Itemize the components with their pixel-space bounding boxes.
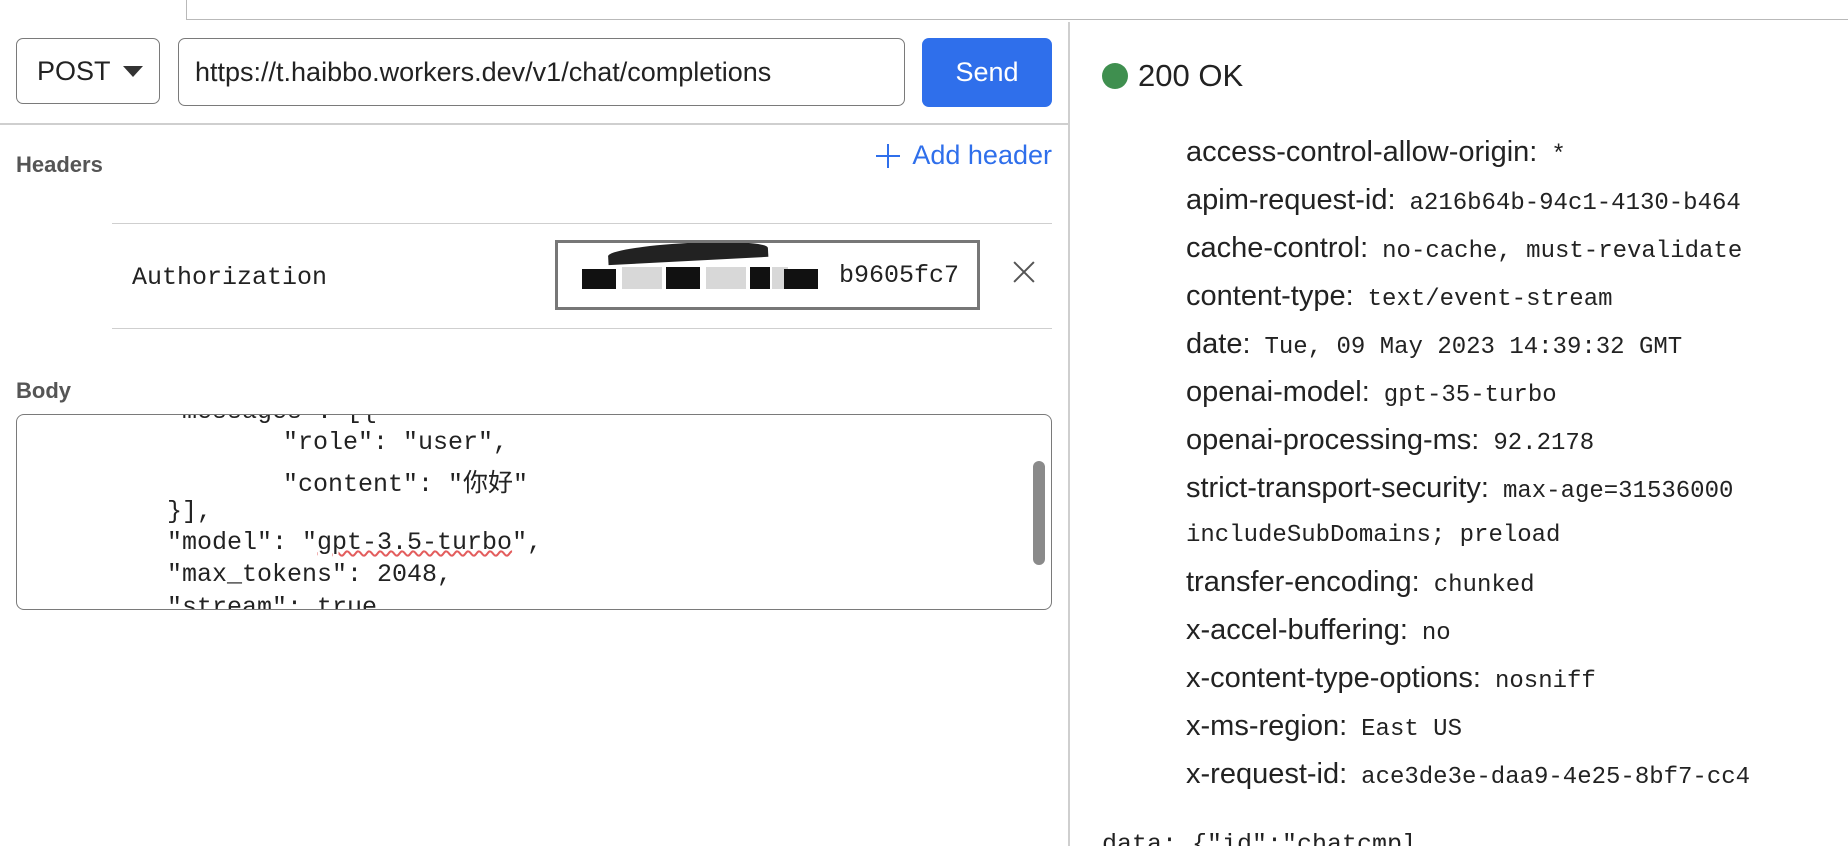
response-header-value: chunked <box>1433 572 1535 599</box>
response-body-preview: data: {"id":"chatcmpl <box>1102 830 1418 846</box>
code-line: "content": "你好" <box>163 470 529 499</box>
response-header: x-accel-buffering: no <box>1186 614 1451 647</box>
url-input[interactable] <box>178 38 905 106</box>
header-row: Authorization b9605fc7 <box>112 223 1052 329</box>
redaction-mark <box>582 269 616 289</box>
response-header-key: content-type: <box>1186 280 1354 312</box>
status-text: 200 OK <box>1138 58 1244 93</box>
response-header: access-control-allow-origin: * <box>1186 136 1566 169</box>
response-header-value: a216b64b-94c1-4130-b464 <box>1409 190 1741 217</box>
response-header-value: * <box>1551 142 1566 169</box>
code-line: }], <box>167 497 213 526</box>
code-line: "role": "user", <box>163 428 509 457</box>
response-header-value: nosniff <box>1494 668 1596 695</box>
redaction-mark <box>750 267 770 289</box>
response-header: x-content-type-options: nosniff <box>1186 662 1596 695</box>
spellcheck-mark: gpt-3.5-turbo <box>317 528 513 557</box>
http-client-window: POST Send Headers Add header Authorizati… <box>0 0 1848 846</box>
add-header-button[interactable]: Add header <box>876 140 1052 171</box>
response-header: openai-model: gpt-35-turbo <box>1186 376 1557 409</box>
response-header-value: ace3de3e-daa9-4e25-8bf7-cc4 <box>1361 764 1751 791</box>
response-header-value: max-age=31536000 <box>1502 478 1734 505</box>
response-header: x-ms-region: East US <box>1186 710 1462 743</box>
code-line-model: "model": "gpt-3.5-turbo", <box>167 528 543 557</box>
tab-strip <box>0 0 1848 22</box>
response-header: transfer-encoding: chunked <box>1186 566 1535 599</box>
plus-icon <box>876 143 901 168</box>
code-line: "messages": [{ <box>167 415 377 426</box>
status-line: 200 OK <box>1102 58 1243 94</box>
method-value: POST <box>37 55 111 86</box>
header-key[interactable]: Authorization <box>132 263 327 292</box>
response-header-value: gpt-35-turbo <box>1383 382 1557 409</box>
headers-section-title: Headers <box>16 152 103 177</box>
response-header-key: access-control-allow-origin: <box>1186 136 1538 168</box>
response-header-key: x-accel-buffering: <box>1186 614 1408 646</box>
response-header-value: no <box>1421 620 1451 647</box>
redaction-mark <box>706 267 746 289</box>
close-icon[interactable] <box>1010 258 1038 286</box>
response-header: date: Tue, 09 May 2023 14:39:32 GMT <box>1186 328 1682 361</box>
request-divider <box>0 123 1068 125</box>
response-header-key: openai-processing-ms: <box>1186 424 1480 456</box>
response-header-value: Tue, 09 May 2023 14:39:32 GMT <box>1264 334 1683 361</box>
response-header-value: no-cache, must-revalidate <box>1382 238 1743 265</box>
body-editor[interactable]: "messages": [{ "role": "user", "content"… <box>16 414 1052 610</box>
body-section-title: Body <box>16 378 71 403</box>
response-header-key: x-request-id: <box>1186 758 1348 790</box>
response-header-key: strict-transport-security: <box>1186 472 1489 504</box>
header-value-field[interactable]: b9605fc7 <box>555 240 980 310</box>
code-line: "max_tokens": 2048, <box>167 560 453 589</box>
response-header-key: apim-request-id: <box>1186 184 1396 216</box>
response-header: x-request-id: ace3de3e-daa9-4e25-8bf7-cc4 <box>1186 758 1750 791</box>
send-button[interactable]: Send <box>922 38 1052 107</box>
redaction-mark <box>622 267 662 289</box>
method-select[interactable]: POST <box>16 38 160 104</box>
response-header-key: openai-model: <box>1186 376 1370 408</box>
editor-scrollbar[interactable] <box>1033 461 1045 565</box>
response-header: strict-transport-security: max-age=315360… <box>1186 472 1733 505</box>
response-header-key: cache-control: <box>1186 232 1369 264</box>
response-header: content-type: text/event-stream <box>1186 280 1613 313</box>
redaction-mark <box>666 267 700 289</box>
response-header-key: date: <box>1186 328 1251 360</box>
response-header: cache-control: no-cache, must-revalidate <box>1186 232 1742 265</box>
response-header: openai-processing-ms: 92.2178 <box>1186 424 1594 457</box>
response-header: apim-request-id: a216b64b-94c1-4130-b464 <box>1186 184 1741 217</box>
request-pane: POST Send Headers Add header Authorizati… <box>0 22 1068 846</box>
redaction-mark <box>784 269 818 289</box>
tab-bar <box>186 0 1848 20</box>
response-header-key: transfer-encoding: <box>1186 566 1420 598</box>
redaction-mark <box>607 243 769 266</box>
code-line: "stream": true <box>167 593 378 610</box>
response-header-value: 92.2178 <box>1493 430 1595 457</box>
response-header-value: East US <box>1361 716 1462 743</box>
response-header-continuation: includeSubDomains; preload <box>1186 522 1561 549</box>
status-dot-icon <box>1102 63 1128 89</box>
response-header-value: text/event-stream <box>1367 286 1613 313</box>
header-value-text: b9605fc7 <box>838 261 959 290</box>
add-header-label: Add header <box>912 140 1052 170</box>
response-header-key: x-content-type-options: <box>1186 662 1481 694</box>
chevron-down-icon <box>122 65 143 77</box>
response-header-key: x-ms-region: <box>1186 710 1348 742</box>
response-pane: 200 OK access-control-allow-origin: * api… <box>1070 22 1848 846</box>
